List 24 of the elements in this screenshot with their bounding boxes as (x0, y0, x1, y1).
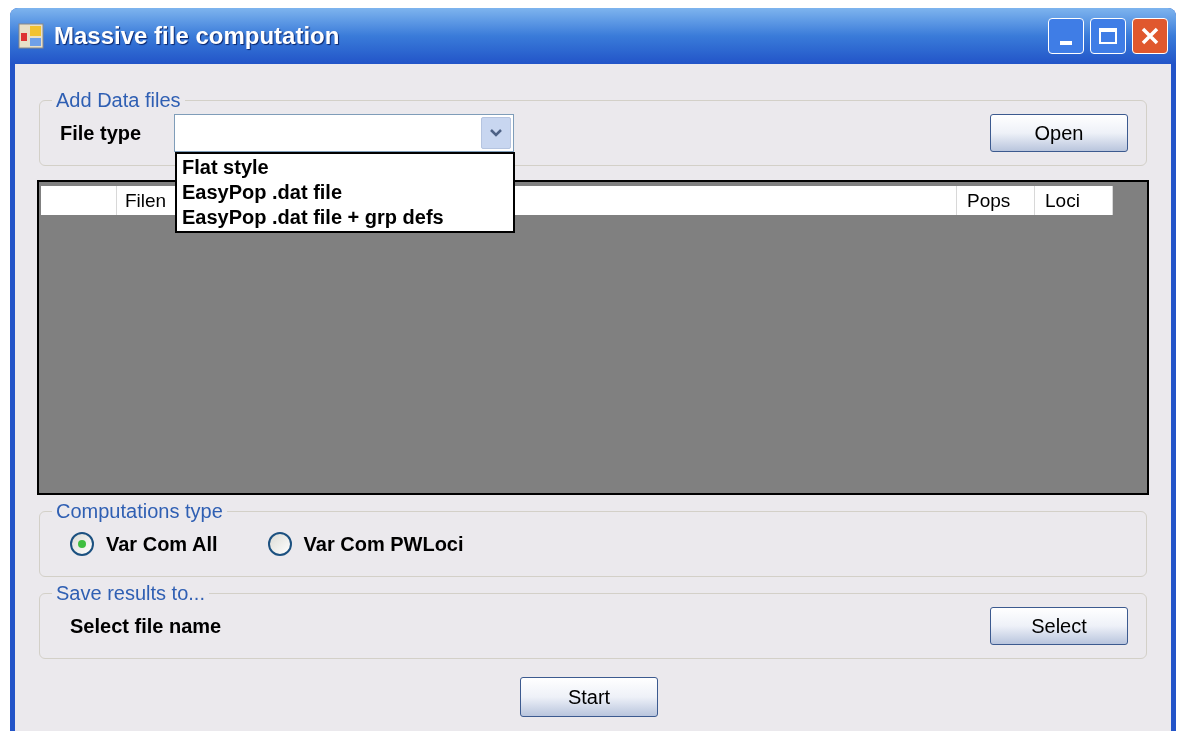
radio-option[interactable]: Var Com All (70, 529, 218, 559)
radio-option[interactable]: Var Com PWLoci (267, 529, 464, 559)
file-type-label: File type (60, 121, 143, 146)
minimize-button[interactable] (1048, 18, 1084, 54)
open-button[interactable]: Open (990, 114, 1128, 152)
column-header[interactable]: Filen (117, 186, 173, 215)
chevron-down-icon (481, 117, 511, 149)
column-header[interactable]: Pops (957, 186, 1035, 215)
dropdown-option[interactable]: EasyPop .dat file + grp defs (177, 205, 513, 230)
maximize-icon (1099, 28, 1117, 44)
select-button[interactable]: Select (990, 607, 1128, 645)
maximize-button[interactable] (1090, 18, 1126, 54)
window-title: Massive file computation (54, 21, 340, 51)
radio-button[interactable] (70, 532, 94, 556)
dropdown-option[interactable]: EasyPop .dat file (177, 180, 513, 205)
dropdown-option[interactable]: Flat style (177, 155, 513, 180)
radio-button[interactable] (267, 532, 292, 556)
select-file-label: Select file name (70, 614, 222, 639)
app-icon (18, 23, 44, 49)
start-button[interactable]: Start (520, 677, 658, 717)
column-header[interactable]: Loci (1035, 186, 1113, 215)
close-button[interactable] (1132, 18, 1168, 54)
close-icon (1140, 26, 1160, 46)
minimize-icon (1060, 41, 1072, 45)
